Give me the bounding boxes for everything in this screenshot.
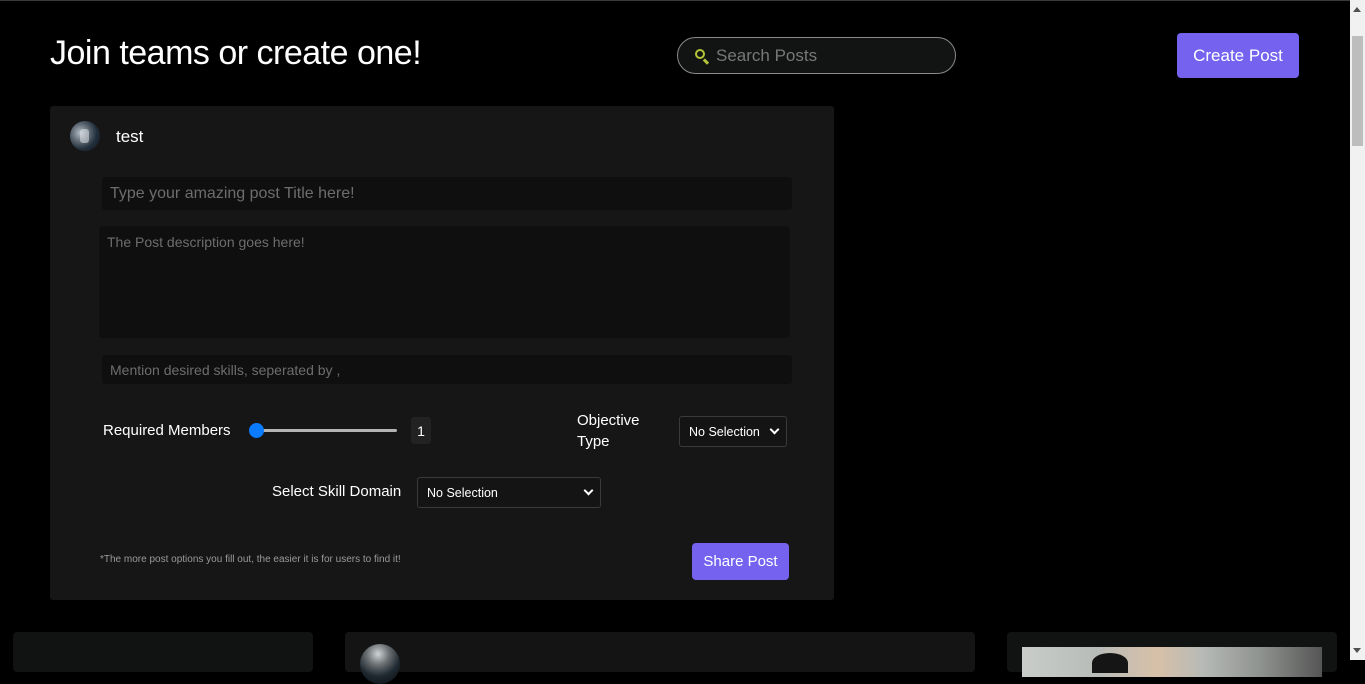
- page-title: Join teams or create one!: [50, 34, 422, 72]
- create-post-button[interactable]: Create Post: [1177, 33, 1299, 78]
- slider-thumb[interactable]: [249, 423, 264, 438]
- objective-type-select[interactable]: No Selection: [679, 416, 787, 447]
- objective-type-selected: No Selection: [689, 424, 760, 439]
- username: test: [116, 127, 144, 146]
- avatar: [70, 121, 100, 151]
- share-post-button[interactable]: Share Post: [692, 543, 789, 580]
- post-composer: test Required Members 1 Objective Type N…: [50, 106, 834, 600]
- required-members-value: 1: [411, 417, 431, 444]
- post-description-textarea[interactable]: [99, 226, 790, 338]
- search-input[interactable]: [716, 45, 936, 66]
- skills-input[interactable]: [102, 355, 792, 384]
- hint-text: *The more post options you fill out, the…: [100, 554, 401, 565]
- scroll-down-arrow-icon[interactable]: [1353, 648, 1361, 653]
- search-bar[interactable]: [677, 37, 956, 74]
- scroll-up-arrow-icon[interactable]: [1353, 7, 1361, 12]
- objective-type-label: Objective Type: [577, 412, 640, 450]
- skill-domain-selected: No Selection: [427, 485, 498, 500]
- post-card[interactable]: [345, 632, 975, 684]
- post-card[interactable]: [1007, 632, 1337, 677]
- scrollbar[interactable]: [1350, 0, 1365, 660]
- required-members-label: Required Members: [103, 422, 231, 439]
- avatar: [360, 644, 400, 684]
- post-card[interactable]: [13, 632, 313, 672]
- search-icon: [694, 48, 710, 64]
- page: Join teams or create one! Create Post te…: [0, 0, 1350, 684]
- slider-track[interactable]: [255, 429, 397, 432]
- post-title-input[interactable]: [102, 177, 792, 210]
- skill-domain-select[interactable]: No Selection: [417, 477, 601, 508]
- scrollbar-thumb[interactable]: [1352, 36, 1363, 146]
- chevron-down-icon: [769, 424, 780, 435]
- post-image: [1022, 647, 1322, 677]
- chevron-down-icon: [583, 485, 594, 496]
- skill-domain-label: Select Skill Domain: [272, 483, 402, 500]
- required-members-slider[interactable]: [249, 421, 399, 439]
